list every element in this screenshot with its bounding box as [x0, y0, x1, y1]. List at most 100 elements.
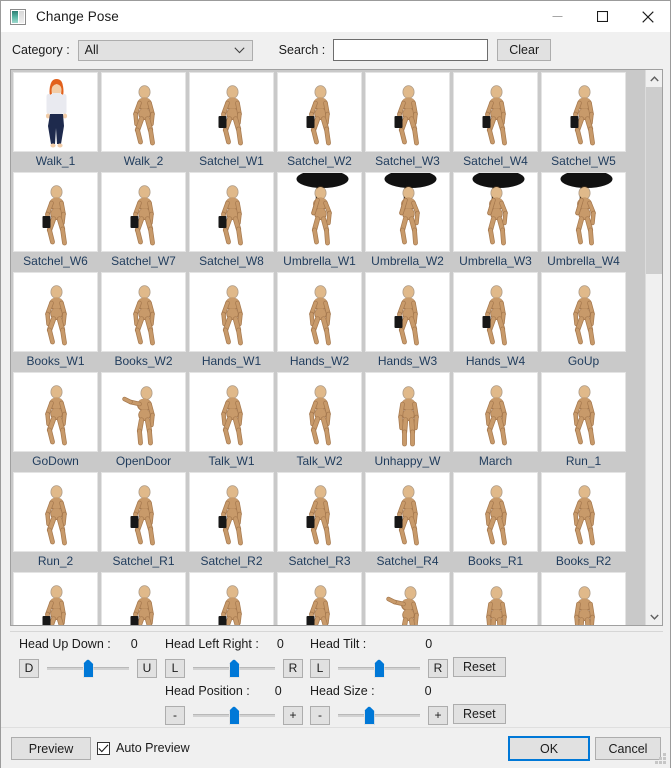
slider-thumb[interactable] — [82, 659, 94, 678]
pose-thumbnail[interactable] — [189, 172, 274, 252]
pose-cell[interactable]: Satchel_W4 — [452, 71, 540, 171]
pose-grid-scrollarea[interactable]: Walk_1 Walk_2 Satchel_W1 Satchel_W2 Satchel_… — [11, 70, 645, 625]
pose-cell[interactable] — [100, 571, 188, 625]
auto-preview-checkbox-group[interactable]: Auto Preview — [97, 741, 190, 755]
pose-thumbnail[interactable] — [453, 172, 538, 252]
slider-thumb[interactable] — [228, 706, 240, 725]
pose-thumbnail[interactable] — [453, 272, 538, 352]
reset-head-rotation-button[interactable]: Reset — [453, 657, 506, 677]
head-left-right-slider[interactable] — [193, 657, 275, 679]
pose-cell[interactable]: Satchel_W7 — [100, 171, 188, 271]
pose-thumbnail[interactable] — [541, 472, 626, 552]
pose-thumbnail[interactable] — [453, 472, 538, 552]
pose-cell[interactable]: Hands_W2 — [276, 271, 364, 371]
scrollbar-track[interactable] — [646, 87, 662, 608]
pose-cell[interactable]: GoUp — [540, 271, 628, 371]
pose-cell[interactable]: Run_2 — [12, 471, 100, 571]
pose-cell[interactable]: Satchel_W5 — [540, 71, 628, 171]
pose-cell[interactable] — [276, 571, 364, 625]
pose-thumbnail[interactable] — [277, 372, 362, 452]
pose-thumbnail[interactable] — [189, 272, 274, 352]
head-tilt-increase-button[interactable]: R — [428, 658, 448, 678]
pose-cell[interactable]: OpenDoor — [100, 371, 188, 471]
pose-cell[interactable]: Satchel_R3 — [276, 471, 364, 571]
pose-thumbnail[interactable] — [277, 572, 362, 625]
pose-thumbnail[interactable] — [277, 72, 362, 152]
pose-thumbnail[interactable] — [13, 172, 98, 252]
auto-preview-checkbox[interactable] — [97, 741, 110, 755]
close-button[interactable] — [625, 1, 670, 32]
pose-cell[interactable]: Walk_1 — [12, 71, 100, 171]
scroll-up-button[interactable] — [646, 70, 662, 87]
pose-thumbnail[interactable] — [13, 372, 98, 452]
pose-thumbnail[interactable] — [189, 372, 274, 452]
pose-thumbnail[interactable] — [541, 272, 626, 352]
pose-cell[interactable] — [452, 571, 540, 625]
pose-cell[interactable]: GoDown — [12, 371, 100, 471]
pose-thumbnail[interactable] — [101, 272, 186, 352]
pose-thumbnail[interactable] — [13, 472, 98, 552]
pose-cell[interactable]: Satchel_W8 — [188, 171, 276, 271]
pose-cell[interactable]: Talk_W2 — [276, 371, 364, 471]
resize-grip[interactable] — [655, 753, 667, 765]
pose-cell[interactable]: Books_R1 — [452, 471, 540, 571]
reset-head-size-button[interactable]: Reset — [453, 704, 506, 724]
vertical-scrollbar[interactable] — [645, 70, 662, 625]
pose-cell[interactable] — [12, 571, 100, 625]
slider-thumb[interactable] — [373, 659, 385, 678]
pose-thumbnail[interactable] — [453, 72, 538, 152]
pose-thumbnail[interactable] — [365, 272, 450, 352]
cancel-button[interactable]: Cancel — [595, 737, 661, 760]
minimize-button[interactable] — [535, 1, 580, 32]
pose-thumbnail[interactable] — [453, 572, 538, 625]
head-up-down-increase-button[interactable]: U — [137, 658, 157, 678]
head-tilt-slider[interactable] — [338, 657, 420, 679]
pose-thumbnail[interactable] — [101, 472, 186, 552]
pose-cell[interactable]: Books_W1 — [12, 271, 100, 371]
head-position-decrease-button[interactable]: - — [165, 705, 185, 725]
head-position-increase-button[interactable]: + — [283, 705, 303, 725]
pose-thumbnail[interactable] — [277, 472, 362, 552]
pose-thumbnail[interactable] — [189, 472, 274, 552]
pose-thumbnail[interactable] — [365, 472, 450, 552]
pose-cell[interactable]: Hands_W1 — [188, 271, 276, 371]
pose-cell[interactable] — [540, 571, 628, 625]
search-input[interactable] — [333, 39, 489, 61]
pose-cell[interactable]: Hands_W3 — [364, 271, 452, 371]
pose-thumbnail[interactable] — [13, 72, 98, 152]
pose-cell[interactable]: Unhappy_W — [364, 371, 452, 471]
pose-cell[interactable]: Satchel_W2 — [276, 71, 364, 171]
pose-cell[interactable]: Umbrella_W2 — [364, 171, 452, 271]
pose-thumbnail[interactable] — [453, 372, 538, 452]
head-position-slider[interactable] — [193, 704, 275, 726]
pose-thumbnail[interactable] — [13, 272, 98, 352]
head-size-decrease-button[interactable]: - — [310, 705, 330, 725]
pose-thumbnail[interactable] — [189, 72, 274, 152]
pose-cell[interactable]: Books_W2 — [100, 271, 188, 371]
pose-thumbnail[interactable] — [101, 72, 186, 152]
pose-cell[interactable]: Satchel_R2 — [188, 471, 276, 571]
preview-button[interactable]: Preview — [11, 737, 91, 760]
pose-thumbnail[interactable] — [101, 172, 186, 252]
pose-cell[interactable]: Walk_2 — [100, 71, 188, 171]
ok-button[interactable]: OK — [508, 736, 590, 761]
pose-cell[interactable]: Umbrella_W1 — [276, 171, 364, 271]
category-dropdown[interactable]: All — [77, 39, 253, 61]
pose-thumbnail[interactable] — [365, 72, 450, 152]
pose-cell[interactable] — [188, 571, 276, 625]
pose-thumbnail[interactable] — [277, 172, 362, 252]
head-size-increase-button[interactable]: + — [428, 705, 448, 725]
pose-cell[interactable] — [364, 571, 452, 625]
pose-thumbnail[interactable] — [541, 172, 626, 252]
pose-thumbnail[interactable] — [101, 572, 186, 625]
head-left-right-increase-button[interactable]: R — [283, 658, 303, 678]
pose-cell[interactable]: Talk_W1 — [188, 371, 276, 471]
head-up-down-decrease-button[interactable]: D — [19, 658, 39, 678]
pose-thumbnail[interactable] — [13, 572, 98, 625]
pose-cell[interactable]: March — [452, 371, 540, 471]
pose-cell[interactable]: Satchel_W1 — [188, 71, 276, 171]
maximize-button[interactable] — [580, 1, 625, 32]
head-size-slider[interactable] — [338, 704, 420, 726]
pose-cell[interactable]: Umbrella_W3 — [452, 171, 540, 271]
pose-cell[interactable]: Umbrella_W4 — [540, 171, 628, 271]
